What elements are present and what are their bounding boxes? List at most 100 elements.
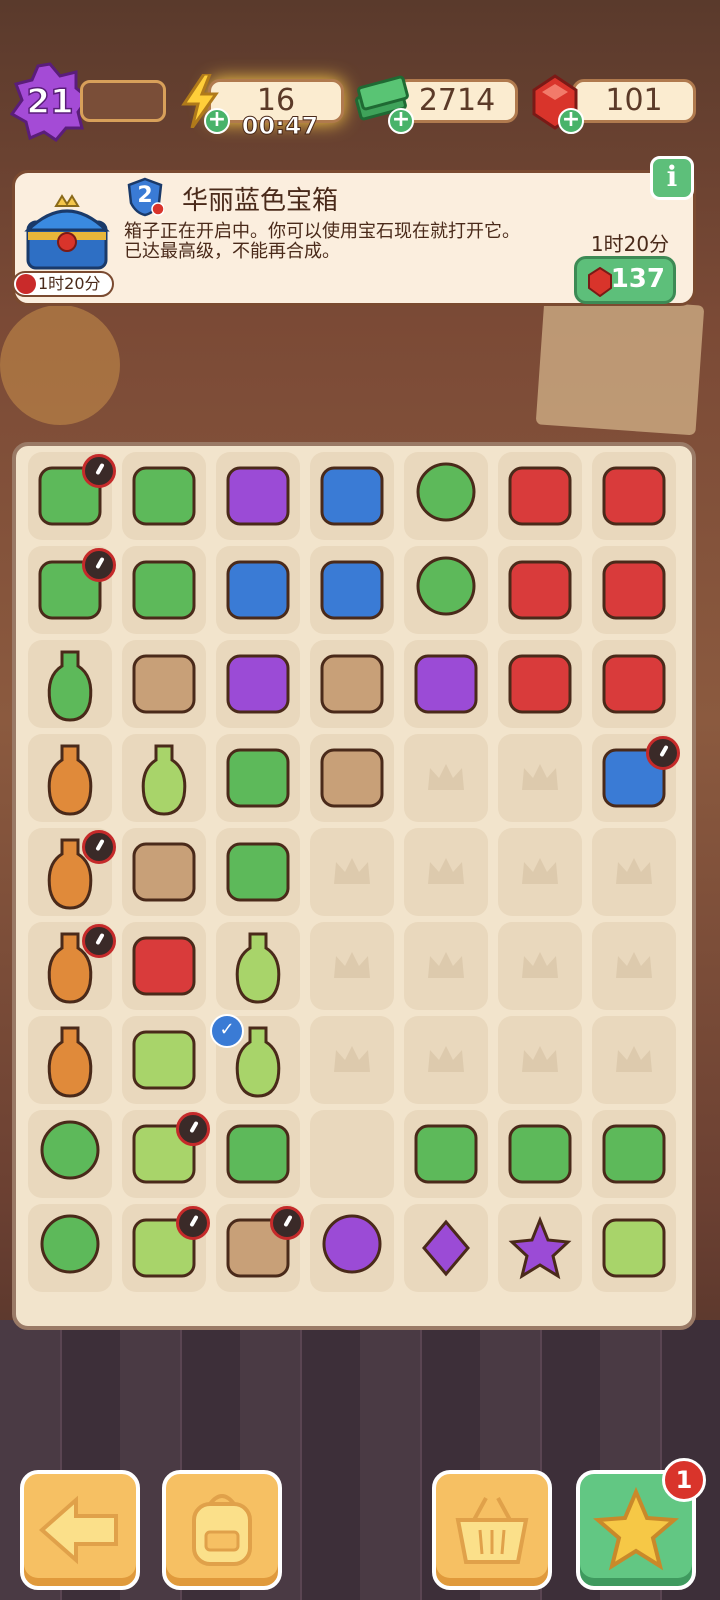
board-cell[interactable] <box>498 546 582 634</box>
board-cell[interactable] <box>310 734 394 822</box>
board-cell[interactable] <box>498 734 582 822</box>
board-cell[interactable] <box>592 546 676 634</box>
basket-button[interactable] <box>432 1470 552 1590</box>
board-cell[interactable] <box>592 640 676 728</box>
board-cell[interactable] <box>28 734 112 822</box>
board-cell[interactable] <box>404 452 488 540</box>
board-cell[interactable] <box>404 828 488 916</box>
board-cell[interactable] <box>592 452 676 540</box>
add-cash-button[interactable]: + <box>388 108 414 134</box>
board-cell[interactable] <box>28 1204 112 1292</box>
item-description: 箱子正在开启中。你可以使用宝石现在就打开它。 已达最高级，不能再合成。 <box>124 221 520 262</box>
board-cell[interactable] <box>122 1204 210 1292</box>
timer-badge-icon <box>82 454 116 488</box>
board-cell[interactable] <box>498 1110 582 1198</box>
board-cell[interactable] <box>28 546 116 634</box>
board-cell[interactable] <box>216 734 300 822</box>
board-cell[interactable] <box>592 828 676 916</box>
back-button[interactable] <box>20 1470 140 1590</box>
board-cell[interactable] <box>122 828 206 916</box>
crown-placeholder-icon <box>334 952 370 978</box>
board-cell[interactable] <box>28 828 116 916</box>
board-cell[interactable] <box>498 828 582 916</box>
board-cell[interactable] <box>404 1110 488 1198</box>
green-slime-icon <box>226 842 290 902</box>
arrow-left-icon <box>38 1495 118 1565</box>
board-cell[interactable] <box>498 1016 582 1104</box>
board-cell[interactable] <box>498 452 582 540</box>
board-cell[interactable] <box>310 828 394 916</box>
timer-badge-icon <box>270 1206 304 1240</box>
board-cell[interactable] <box>122 452 206 540</box>
board-cell[interactable] <box>498 1204 582 1292</box>
board-cell[interactable] <box>592 1110 676 1198</box>
board-cell[interactable] <box>404 1204 488 1292</box>
timer-badge-icon <box>82 548 116 582</box>
open-with-gems-button[interactable]: 137 <box>574 256 676 304</box>
timer-badge-icon <box>82 924 116 958</box>
timer-badge-icon <box>82 830 116 864</box>
red-toolbox-icon <box>508 654 572 714</box>
board-cell[interactable] <box>122 922 206 1010</box>
board-cell[interactable] <box>216 452 300 540</box>
flower-bush-icon <box>40 1120 100 1180</box>
potted-plant-icon <box>132 466 196 526</box>
add-gems-button[interactable]: + <box>558 108 584 134</box>
board-cell[interactable] <box>216 922 300 1010</box>
crown-placeholder-icon <box>428 1046 464 1072</box>
board-cell[interactable] <box>310 640 394 728</box>
board-cell[interactable] <box>592 922 676 1010</box>
gem-counter[interactable]: 101 <box>572 79 696 123</box>
board-cell[interactable] <box>216 546 300 634</box>
board-cell[interactable] <box>28 640 112 728</box>
selected-item-blue-chest-icon <box>22 192 112 278</box>
board-cell[interactable] <box>216 1110 300 1198</box>
board-cell[interactable] <box>122 640 206 728</box>
item-level-number: 2 <box>137 183 153 208</box>
green-sponge-icon <box>414 1124 478 1184</box>
board-cell[interactable] <box>310 922 394 1010</box>
info-button[interactable]: i <box>650 156 694 200</box>
board-cell[interactable] <box>592 1204 676 1292</box>
hand-saw-icon <box>132 936 196 996</box>
board-cell[interactable] <box>404 640 488 728</box>
add-energy-button[interactable]: + <box>204 108 230 134</box>
board-cell[interactable] <box>404 1016 488 1104</box>
board-cell[interactable] <box>498 640 582 728</box>
board-cell[interactable] <box>216 828 300 916</box>
board-cell[interactable] <box>28 1016 112 1104</box>
board-cell[interactable] <box>28 922 116 1010</box>
board-cell[interactable] <box>310 546 394 634</box>
board-cell[interactable] <box>310 1204 394 1292</box>
board-cell[interactable] <box>404 922 488 1010</box>
board-cell[interactable] <box>592 734 680 822</box>
herbal-bottle-icon <box>47 650 93 722</box>
board-cell[interactable]: ✓ <box>210 1014 300 1104</box>
soap-bar-icon <box>602 1218 666 1278</box>
board-cell[interactable] <box>28 452 116 540</box>
grand-vase-icon <box>47 1026 93 1098</box>
board-cell[interactable] <box>216 1204 304 1292</box>
player-level-badge[interactable]: 21 <box>10 62 90 142</box>
timer-badge-icon <box>176 1206 210 1240</box>
board-cell[interactable] <box>404 734 488 822</box>
cash-counter[interactable]: 2714 <box>396 79 518 123</box>
crown-placeholder-icon <box>334 1046 370 1072</box>
board-cell[interactable] <box>122 734 206 822</box>
board-cell[interactable] <box>310 452 394 540</box>
board-cell[interactable] <box>310 1110 394 1198</box>
board-cell[interactable] <box>122 546 206 634</box>
board-cell[interactable] <box>28 1110 112 1198</box>
crown-placeholder-icon <box>428 764 464 790</box>
board-cell[interactable] <box>310 1016 394 1104</box>
board-cell[interactable] <box>122 1016 206 1104</box>
jet-ski-icon <box>226 560 290 620</box>
board-cell[interactable] <box>216 640 300 728</box>
board-cell[interactable] <box>592 1016 676 1104</box>
gem-value: 101 <box>605 83 663 118</box>
backpack-button[interactable] <box>162 1470 282 1590</box>
crown-placeholder-icon <box>334 858 370 884</box>
board-cell[interactable] <box>404 546 488 634</box>
board-cell[interactable] <box>122 1110 210 1198</box>
board-cell[interactable] <box>498 922 582 1010</box>
